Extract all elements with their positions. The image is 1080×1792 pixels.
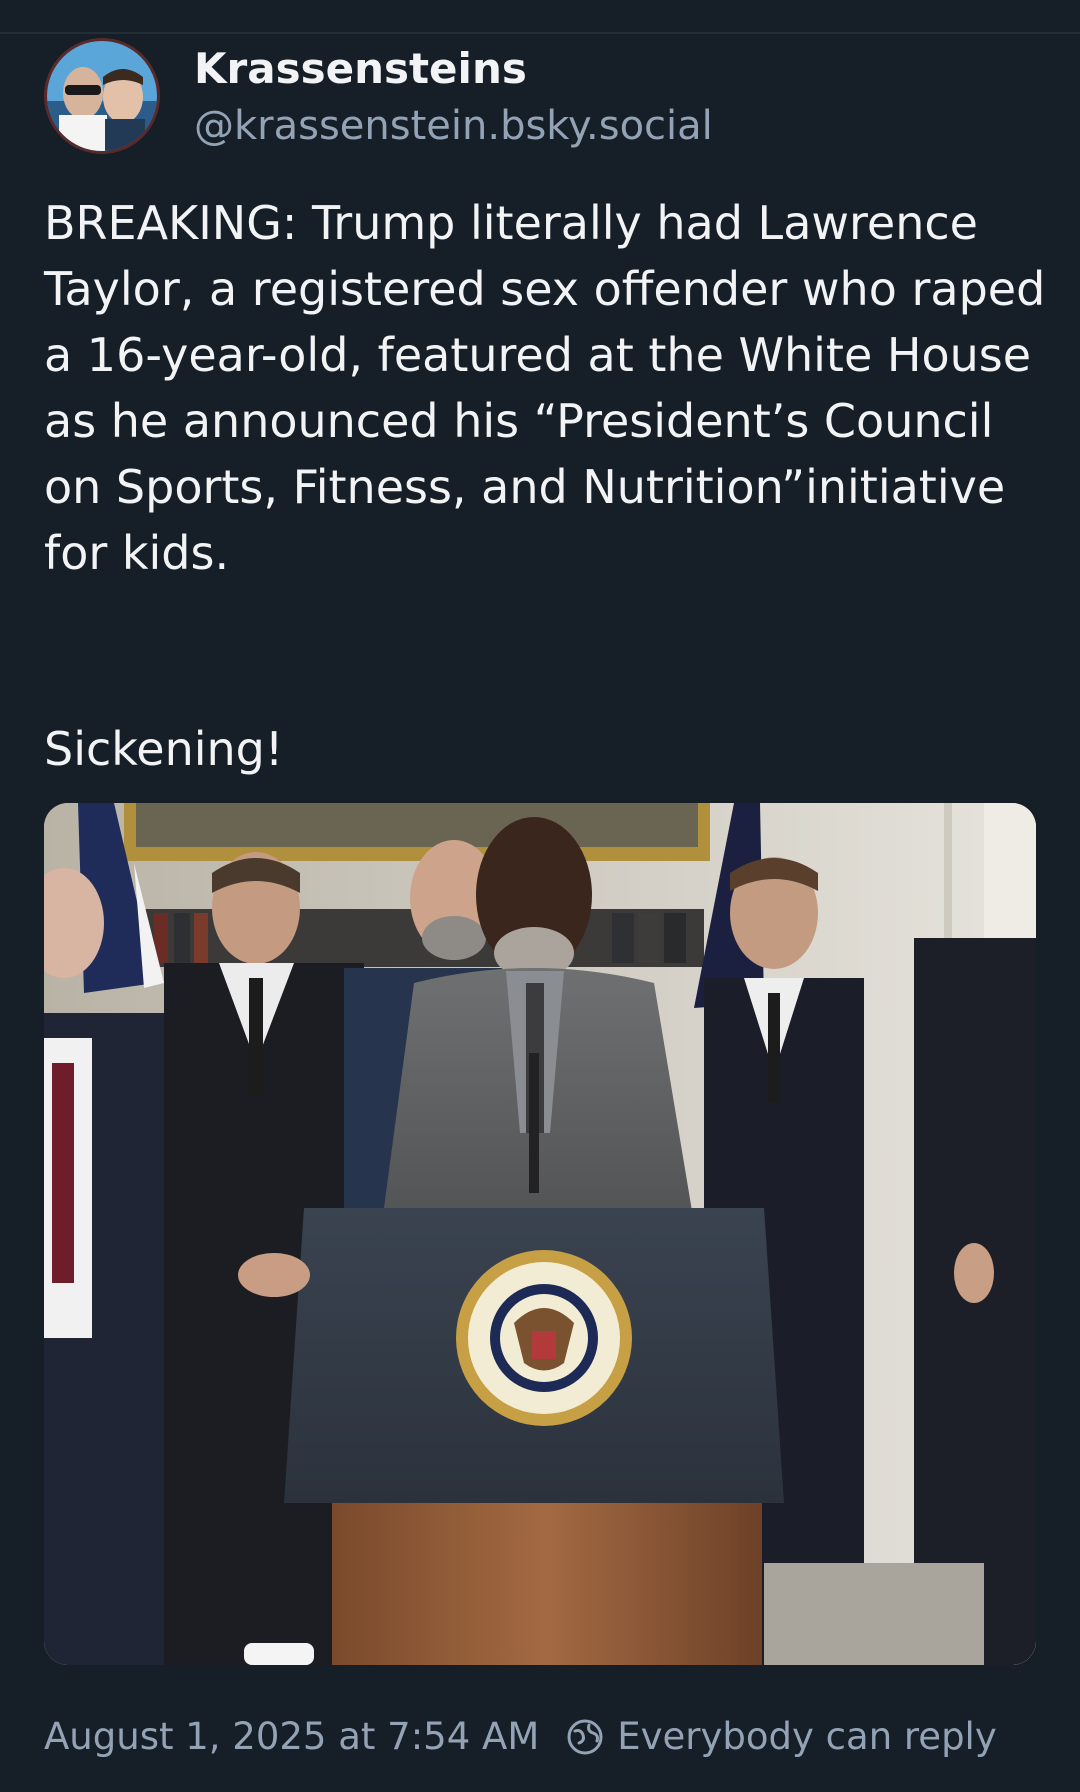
press-conference-photo — [44, 803, 1036, 1665]
avatar-image — [47, 41, 157, 151]
post-footer: August 1, 2025 at 7:54 AM Everybody can … — [44, 1712, 997, 1762]
post-text-outro: Sickening! — [44, 722, 284, 776]
globe-icon — [567, 1719, 603, 1755]
reply-setting[interactable]: Everybody can reply — [617, 1712, 996, 1762]
author-handle[interactable]: @krassenstein.bsky.social — [194, 99, 713, 153]
top-divider — [0, 32, 1080, 34]
post-text: BREAKING: Trump literally had Lawrence T… — [44, 196, 1060, 580]
post-image[interactable] — [44, 803, 1036, 1665]
avatar[interactable] — [44, 38, 160, 154]
post-timestamp[interactable]: August 1, 2025 at 7:54 AM — [44, 1712, 539, 1762]
author-display-name[interactable]: Krassensteins — [194, 39, 713, 99]
post-author[interactable]: Krassensteins @krassenstein.bsky.social — [44, 38, 713, 154]
